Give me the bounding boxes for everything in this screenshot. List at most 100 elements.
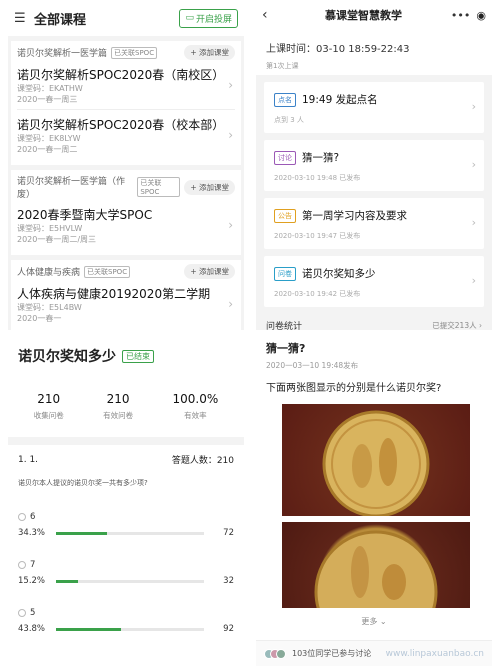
course-list-header: ☰ 全部课程 ▭ 开启投屏 bbox=[8, 0, 244, 36]
course-group: 诺贝尔奖解析一医学篇（作废） 已关联SPOC + 添加课堂 2020春季暨南大学… bbox=[11, 170, 241, 255]
activity-meta: 2020-03-10 19:47 已发布 bbox=[274, 232, 361, 240]
medal-illustration bbox=[322, 410, 430, 516]
option-bar bbox=[56, 627, 204, 631]
option-bar bbox=[56, 579, 204, 583]
course-name: 2020春季暨南大学SPOC bbox=[17, 208, 153, 222]
target-icon[interactable]: ◉ bbox=[476, 9, 486, 22]
activity-tag: 公告 bbox=[274, 208, 296, 223]
spoc-tag: 已关联SPOC bbox=[111, 46, 158, 59]
back-icon[interactable]: ‹ bbox=[262, 7, 276, 23]
option-bar-fill bbox=[56, 627, 121, 631]
course-name: 诺贝尔奖解析SPOC2020春（南校区） bbox=[17, 68, 225, 82]
activity-meta: 点到 3 人 bbox=[274, 116, 304, 124]
discussion-panel: 猜一猜? 2020一03一10 19:48发布 下面两张图显示的分别是什么诺贝尔… bbox=[256, 330, 492, 666]
answer-count: 答题人数：210 bbox=[171, 456, 234, 466]
page-title: 全部课程 bbox=[34, 12, 87, 28]
start-cast-button[interactable]: ▭ 开启投屏 bbox=[179, 8, 238, 28]
more-icon[interactable]: ••• bbox=[451, 9, 470, 22]
activity-card[interactable]: 点名 19:49 发起点名 点到 3 人 › bbox=[264, 82, 484, 133]
status-badge: 已结束 bbox=[122, 349, 154, 363]
activity-tag: 问卷 bbox=[274, 266, 296, 281]
add-class-button[interactable]: + 添加课堂 bbox=[184, 179, 235, 195]
add-class-button[interactable]: + 添加课堂 bbox=[184, 45, 235, 60]
chevron-right-icon: › bbox=[228, 78, 233, 92]
survey-stats-row[interactable]: 问卷统计 已提交213人 › bbox=[256, 307, 492, 330]
option-count: 32 bbox=[223, 576, 234, 586]
menu-icon[interactable]: ☰ bbox=[14, 11, 30, 26]
option-bar-fill bbox=[56, 531, 107, 535]
stat-valid-rate: 100.0% 有效率 bbox=[172, 392, 219, 420]
course-group-name: 诺贝尔奖解析一医学篇（作废） bbox=[17, 177, 126, 200]
participants-count: 103位同学已参与讨论 bbox=[292, 649, 372, 658]
classroom-panel: ‹ 慕课堂智慧教学 ••• ◉ 上课时间：03-10 18:59-22:43 第… bbox=[256, 0, 492, 330]
activity-tag: 点名 bbox=[274, 92, 296, 107]
activity-title: 诺贝尔奖知多少 bbox=[302, 268, 376, 280]
stat-collected: 210 收集问卷 bbox=[33, 392, 64, 420]
radio-icon bbox=[18, 561, 26, 569]
option-percent: 34.3% bbox=[18, 528, 46, 538]
course-code: 课堂码：EK8LYW bbox=[17, 134, 81, 143]
survey-stats-value: 已提交213人 › bbox=[432, 321, 482, 330]
course-time: 2020一春一周二 bbox=[17, 145, 78, 154]
chevron-right-icon: › bbox=[228, 297, 233, 311]
course-group-name: 诺贝尔奖解析一医学篇 bbox=[17, 49, 108, 59]
course-group: 人体健康与疾病 已关联SPOC + 添加课堂 人体疾病与健康20192020第二… bbox=[11, 260, 241, 330]
add-class-button[interactable]: + 添加课堂 bbox=[184, 264, 235, 279]
option-row: 5 43.8% 92 bbox=[18, 608, 234, 634]
chevron-right-icon: › bbox=[228, 128, 233, 142]
nobel-medal-image[interactable] bbox=[282, 404, 470, 516]
discussion-title: 猜一猜? bbox=[266, 342, 306, 355]
chevron-right-icon: › bbox=[228, 218, 233, 232]
activity-title: 第一周学习内容及要求 bbox=[302, 210, 407, 222]
activity-title: 19:49 发起点名 bbox=[302, 94, 378, 106]
activity-title: 猜一猜? bbox=[302, 152, 340, 164]
radio-icon bbox=[18, 609, 26, 617]
option-bar-fill bbox=[56, 579, 79, 583]
course-item[interactable]: 诺贝尔奖解析SPOC2020春（南校区） 课堂码：EKATHW 2020一春一周… bbox=[17, 60, 235, 109]
discussion-meta: 2020一03一10 19:48发布 bbox=[266, 361, 359, 370]
show-more-button[interactable]: 更多 ⌄ bbox=[256, 608, 492, 627]
course-time: 2020一春一周二/周三 bbox=[17, 235, 97, 244]
course-item[interactable]: 2020春季暨南大学SPOC 课堂码：E5HVLW 2020一春一周二/周三 › bbox=[17, 200, 235, 249]
survey-stats: 210 收集问卷 210 有效问卷 100.0% 有效率 bbox=[8, 366, 244, 431]
avatar-group bbox=[264, 648, 286, 659]
spoc-tag: 已关联SPOC bbox=[137, 177, 181, 197]
activity-tag: 讨论 bbox=[274, 150, 296, 165]
medal-illustration bbox=[314, 530, 438, 608]
survey-title: 诺贝尔奖知多少 bbox=[18, 349, 116, 365]
course-item[interactable]: 诺贝尔奖解析SPOC2020春（校本部） 课堂码：EK8LYW 2020一春一周… bbox=[17, 109, 235, 159]
participants-bar: 103位同学已参与讨论 www.linpaxuanbao.cn bbox=[256, 640, 492, 666]
course-group-name: 人体健康与疾病 bbox=[17, 268, 81, 278]
option-count: 72 bbox=[223, 528, 234, 538]
course-name: 人体疾病与健康20192020第二学期 bbox=[17, 287, 211, 301]
screenshot-collage: ☰ 全部课程 ▭ 开启投屏 诺贝尔奖解析一医学篇 已关联SPOC + 添加课堂 诺… bbox=[0, 0, 500, 666]
option-row: 7 15.2% 32 bbox=[18, 560, 234, 586]
course-item[interactable]: 人体疾病与健康20192020第二学期 课堂码：E5L4BW 2020一春一 › bbox=[17, 279, 235, 328]
option-percent: 43.8% bbox=[18, 624, 46, 634]
course-code: 课堂码：E5HVLW bbox=[17, 224, 83, 233]
divider bbox=[8, 437, 244, 445]
activity-card[interactable]: 问卷 诺贝尔奖知多少 2020-03-10 19:42 已发布 › bbox=[264, 256, 484, 307]
discussion-question: 下面两张图显示的分别是什么诺贝尔奖? bbox=[266, 383, 442, 394]
watermark: www.linpaxuanbao.cn bbox=[385, 648, 484, 659]
course-code: 课堂码：EKATHW bbox=[17, 84, 83, 93]
option-bar bbox=[56, 531, 204, 535]
question-text: 诺贝尔本人提议的诺贝尔奖一共有多少项? bbox=[18, 479, 148, 487]
question-number: 1. 1. bbox=[18, 454, 39, 465]
course-name: 诺贝尔奖解析SPOC2020春（校本部） bbox=[17, 118, 225, 132]
course-time: 2020一春一 bbox=[17, 314, 62, 323]
class-session: 第1次上课 bbox=[266, 62, 299, 70]
survey-results-panel: 诺贝尔奖知多少 已结束 210 收集问卷 210 有效问卷 100.0% 有效率… bbox=[8, 338, 244, 666]
course-group: 诺贝尔奖解析一医学篇 已关联SPOC + 添加课堂 诺贝尔奖解析SPOC2020… bbox=[11, 41, 241, 165]
chevron-right-icon: › bbox=[471, 158, 476, 171]
course-time: 2020一春一周三 bbox=[17, 95, 78, 104]
chevron-right-icon: › bbox=[471, 216, 476, 229]
avatar bbox=[276, 648, 286, 659]
course-code: 课堂码：E5L4BW bbox=[17, 303, 82, 312]
stat-valid: 210 有效问卷 bbox=[103, 392, 134, 420]
spoc-tag: 已关联SPOC bbox=[84, 265, 131, 278]
activity-card[interactable]: 公告 第一周学习内容及要求 2020-03-10 19:47 已发布 › bbox=[264, 198, 484, 249]
activity-meta: 2020-03-10 19:42 已发布 bbox=[274, 290, 361, 298]
nobel-medal-image[interactable] bbox=[282, 522, 470, 608]
activity-card[interactable]: 讨论 猜一猜? 2020-03-10 19:48 已发布 › bbox=[264, 140, 484, 191]
